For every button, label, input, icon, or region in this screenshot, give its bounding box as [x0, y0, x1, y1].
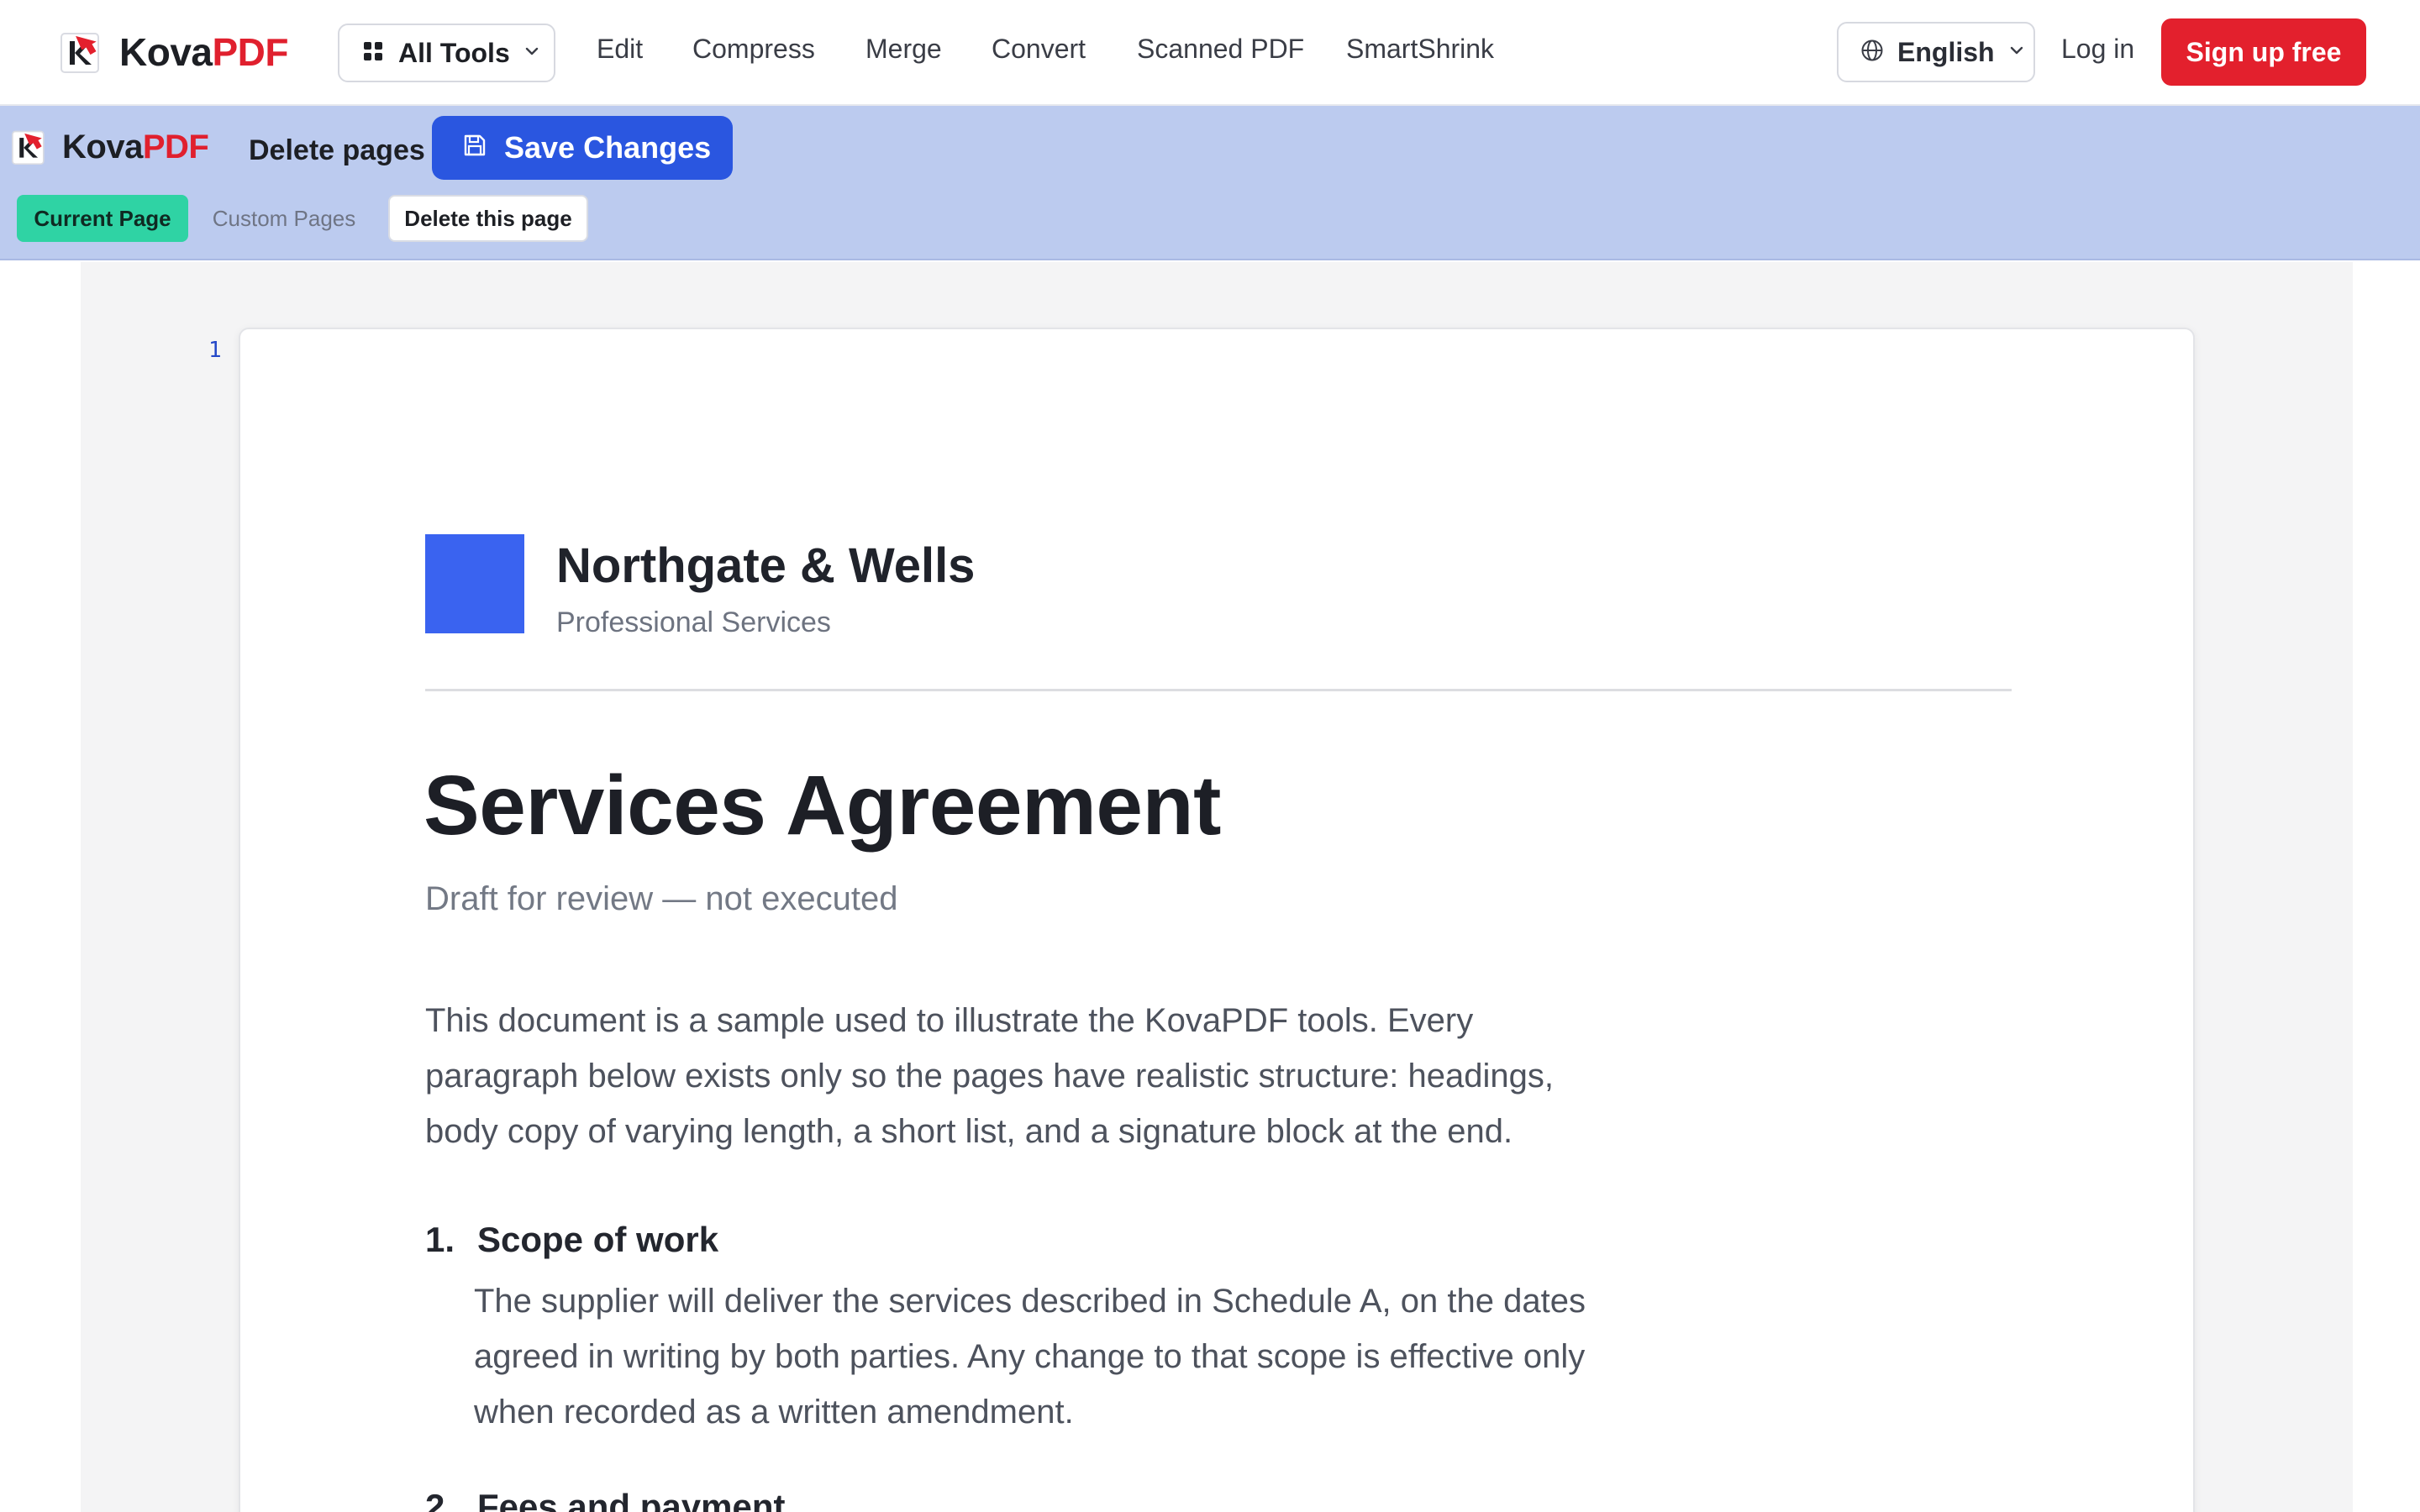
kovapdf-logo-icon — [60, 29, 103, 75]
document-title: Services Agreement — [424, 759, 1221, 853]
language-selector[interactable]: English — [1837, 22, 2035, 82]
top-navigation: KovaPDF All Tools Edit Compress Merge Co… — [0, 0, 2420, 106]
signup-button[interactable]: Sign up free — [2161, 18, 2366, 86]
nav-link-convert[interactable]: Convert — [992, 34, 1086, 65]
document-subtitle: Draft for review — not executed — [425, 880, 898, 917]
nav-link-merge[interactable]: Merge — [865, 34, 942, 65]
save-changes-label: Save Changes — [504, 130, 712, 165]
nav-link-scanned-pdf[interactable]: Scanned PDF — [1137, 34, 1304, 65]
all-tools-dropdown[interactable]: All Tools — [338, 24, 555, 82]
grid-icon — [363, 41, 383, 66]
brand-name: KovaPDF — [119, 30, 288, 74]
save-icon — [462, 130, 487, 165]
nav-link-smartshrink[interactable]: SmartShrink — [1346, 34, 1494, 65]
toolbar-brand[interactable]: KovaPDF — [12, 128, 209, 166]
chevron-down-icon — [523, 45, 540, 61]
pdf-page-1[interactable]: Northgate & Wells Professional Services … — [239, 328, 2195, 1512]
save-changes-button[interactable]: Save Changes — [432, 116, 733, 180]
login-link[interactable]: Log in — [2061, 34, 2134, 65]
delete-this-page-button[interactable]: Delete this page — [388, 195, 588, 242]
section-heading-2: 2. Fees and payment — [425, 1487, 785, 1512]
intro-paragraph: This document is a sample used to illust… — [425, 1002, 1554, 1150]
section-number: 2. — [425, 1487, 455, 1512]
all-tools-label: All Tools — [398, 37, 510, 68]
company-logo-square — [425, 534, 524, 633]
toolbar-brand-name: KovaPDF — [62, 128, 209, 165]
company-tagline: Professional Services — [556, 606, 831, 638]
nav-link-compress[interactable]: Compress — [692, 34, 815, 65]
nav-link-edit[interactable]: Edit — [597, 34, 643, 65]
language-label: English — [1897, 36, 1995, 67]
section-number: 1. — [425, 1220, 455, 1259]
tab-current-page[interactable]: Current Page — [17, 195, 188, 242]
section-title: Scope of work — [477, 1220, 719, 1259]
section-heading-1: 1. Scope of work — [425, 1220, 718, 1260]
header-divider — [425, 689, 2012, 691]
section-title: Fees and payment — [477, 1487, 786, 1512]
chevron-down-icon — [2008, 45, 2025, 60]
kovapdf-logo-icon — [12, 128, 47, 166]
section-body-1: The supplier will deliver the services d… — [474, 1283, 1586, 1431]
tool-title: Delete pages — [249, 134, 425, 166]
delete-pages-toolbar: KovaPDF Delete pages Save Changes Curren… — [0, 106, 2420, 260]
tab-custom-pages[interactable]: Custom Pages — [208, 195, 360, 242]
page-number-label: 1 — [208, 338, 222, 363]
brand-logo-link[interactable]: KovaPDF — [60, 25, 288, 79]
company-name: Northgate & Wells — [556, 538, 976, 593]
globe-icon — [1860, 39, 1884, 66]
